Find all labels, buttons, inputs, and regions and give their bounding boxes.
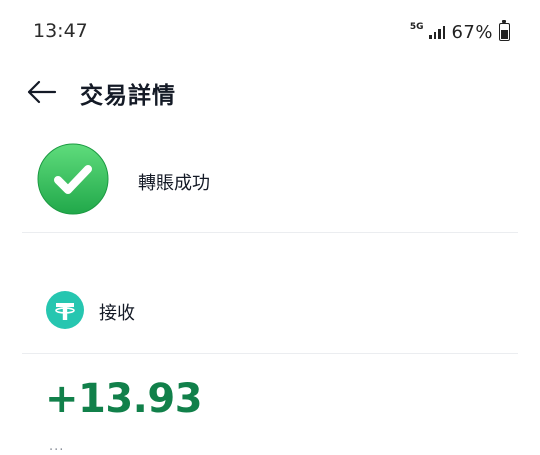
app-header: 交易詳情 <box>0 70 540 114</box>
page-title: 交易詳情 <box>80 83 176 109</box>
battery-icon <box>499 20 510 41</box>
tether-icon <box>46 291 84 329</box>
status-time: 13:47 <box>33 20 88 42</box>
arrow-left-icon <box>27 80 57 104</box>
back-button[interactable] <box>26 79 58 105</box>
transaction-type-row: 接收 <box>0 288 540 332</box>
signal-icon <box>429 25 446 39</box>
status-text: 轉賬成功 <box>138 173 210 194</box>
check-circle-icon <box>37 143 109 215</box>
divider <box>22 353 518 354</box>
network-type: 5G <box>409 21 424 32</box>
status-bar: 13:47 5G 67% <box>0 0 540 60</box>
transfer-status: 轉賬成功 <box>0 140 540 224</box>
more-text: ... <box>49 439 65 454</box>
battery-percent: 67% <box>451 21 493 43</box>
transaction-amount: +13.93 <box>45 376 203 422</box>
status-indicators: 5G 67% <box>410 20 510 44</box>
transaction-type: 接收 <box>99 303 135 324</box>
divider <box>22 232 518 233</box>
